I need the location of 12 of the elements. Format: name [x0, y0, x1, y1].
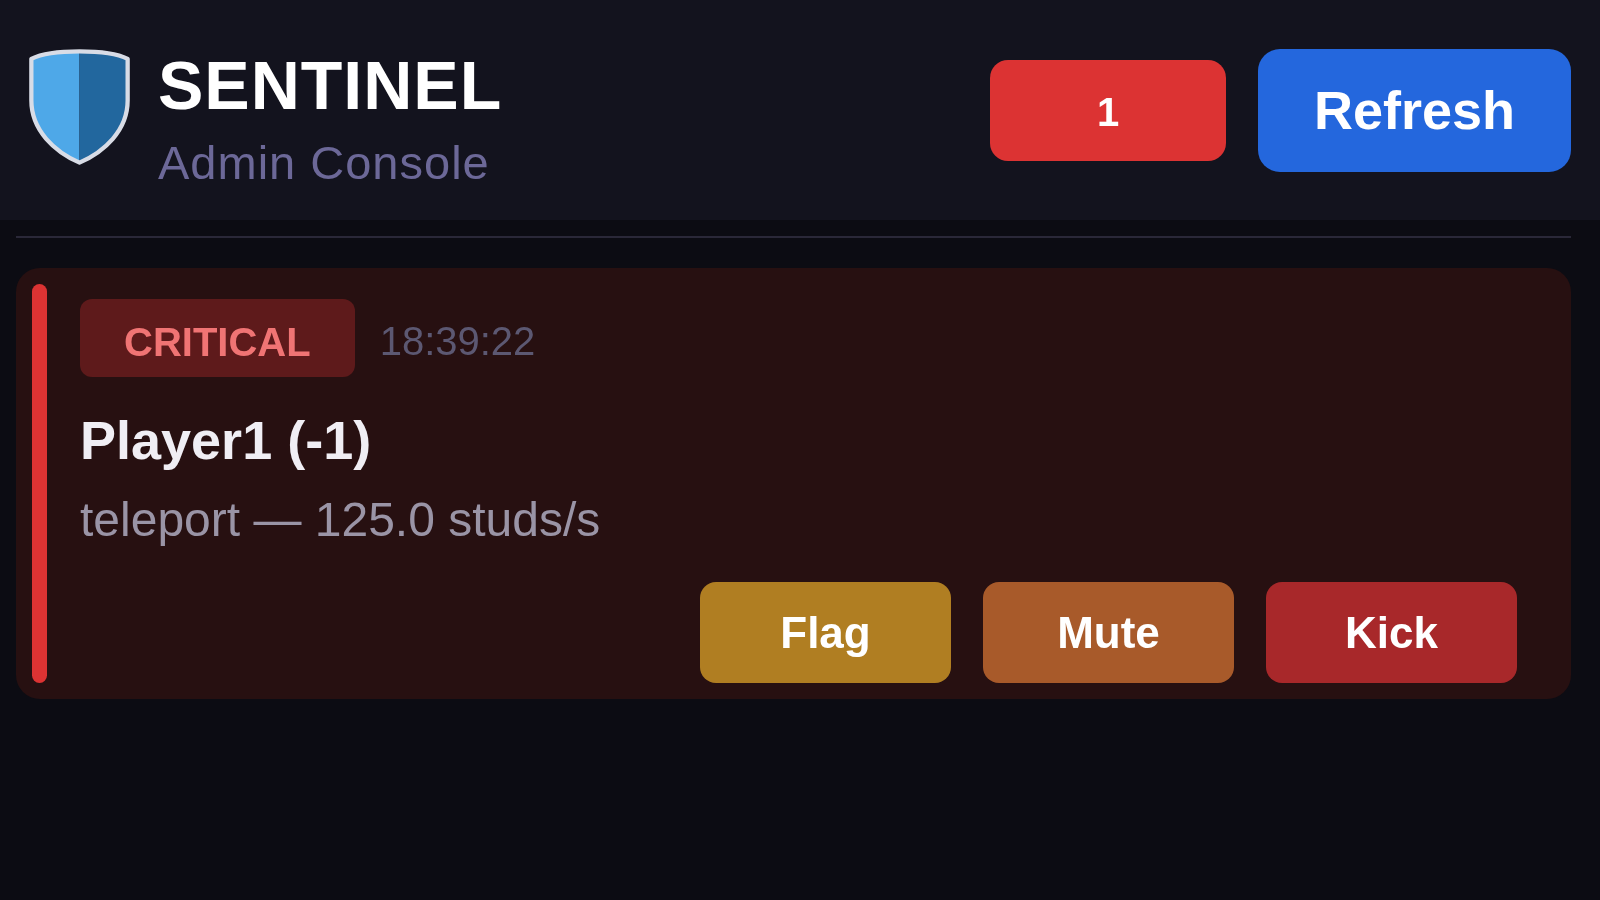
refresh-button[interactable]: Refresh — [1258, 48, 1571, 172]
severity-tag: CRITICAL — [80, 299, 355, 377]
app-title: SENTINEL — [158, 50, 503, 119]
app-subtitle: Admin Console — [158, 138, 490, 186]
alert-count-button[interactable]: 1 — [990, 59, 1226, 161]
flag-button[interactable]: Flag — [700, 582, 951, 684]
player-name: Player1 (-1) — [80, 409, 372, 472]
alert-detail: teleport — 125.0 studs/s — [80, 491, 601, 548]
shield-icon — [26, 47, 133, 167]
alert-time: 18:39:22 — [379, 318, 536, 361]
mute-button[interactable]: Mute — [983, 582, 1234, 684]
kick-button[interactable]: Kick — [1266, 582, 1517, 684]
